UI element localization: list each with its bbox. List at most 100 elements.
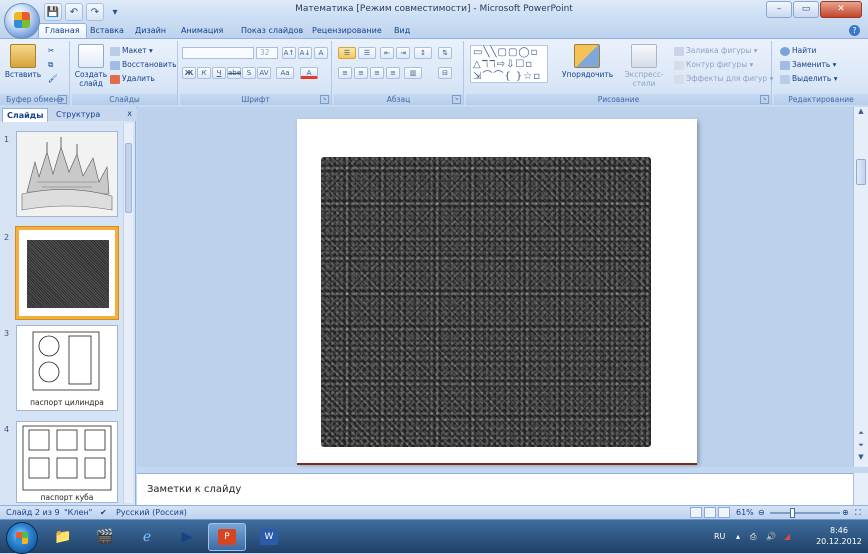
explorer-taskbar-icon[interactable]: 📁 [44, 523, 82, 551]
prev-slide-icon[interactable]: ⏶ [854, 429, 868, 441]
zoom-slider-knob[interactable] [790, 508, 795, 518]
find-button[interactable]: Найти [780, 45, 816, 57]
notes-pane[interactable]: Заметки к слайду [137, 473, 853, 505]
word-taskbar-icon[interactable]: W [250, 523, 288, 551]
justify-button[interactable]: ≡ [386, 67, 400, 79]
slide-thumbnail-3[interactable]: паспорт цилиндра [16, 325, 118, 411]
normal-view-button[interactable] [690, 507, 702, 518]
fit-slide-icon[interactable]: ⛶ [855, 507, 861, 519]
zoom-in-icon[interactable]: ⊕ [842, 507, 849, 519]
scroll-thumb[interactable] [856, 159, 866, 185]
clock[interactable]: 8:46 20.12.2012 [814, 525, 864, 547]
volume-icon[interactable]: 🔊 [766, 532, 776, 541]
char-spacing-button[interactable]: AV [257, 67, 271, 79]
font-size-combo[interactable]: 32 [256, 47, 278, 59]
tab-review[interactable]: Рецензирование [306, 24, 388, 38]
select-button[interactable]: Выделить ▾ [780, 73, 837, 85]
drawing-dialog-launcher[interactable]: ↘ [760, 95, 769, 104]
slide-thumbnail-1[interactable] [16, 131, 118, 217]
shapes-gallery[interactable]: ▭╲╲▢▢◯▫ △ℸℸ⇨⇩☐▫ ⇲⌒⌒{ }☆▫ [470, 45, 548, 83]
maximize-button[interactable]: ▭ [793, 1, 819, 18]
paste-button[interactable]: Вставить [4, 44, 42, 79]
scroll-down-icon[interactable]: ▼ [854, 453, 868, 465]
text-direction-button[interactable]: ⇅ [438, 47, 452, 59]
bullets-button[interactable]: ☰ [338, 47, 356, 59]
line-spacing-button[interactable]: ↕ [414, 47, 432, 59]
tab-outline[interactable]: Структура [52, 108, 104, 121]
internet-explorer-taskbar-icon[interactable]: ℯ [128, 523, 166, 551]
layout-button[interactable]: Макет ▾ [110, 45, 153, 57]
italic-button[interactable]: К [197, 67, 211, 79]
strikethrough-button[interactable]: abe [227, 67, 241, 79]
tab-design[interactable]: Дизайн [129, 24, 172, 38]
font-name-combo[interactable] [182, 47, 254, 59]
minimize-button[interactable]: – [766, 1, 792, 18]
language-indicator[interactable]: RU [714, 532, 725, 541]
spellcheck-icon[interactable]: ✔ [100, 507, 107, 519]
decrease-indent-button[interactable]: ⇤ [380, 47, 394, 59]
next-slide-icon[interactable]: ⏷ [854, 441, 868, 453]
zoom-slider[interactable] [770, 512, 840, 514]
format-painter-icon[interactable]: 🖌 [48, 73, 58, 85]
zoom-level[interactable]: 61% [736, 507, 754, 519]
network-icon[interactable]: ◢ [784, 532, 790, 541]
arrange-button[interactable]: Упорядочить [562, 44, 613, 79]
reset-button[interactable]: Восстановить [110, 59, 177, 71]
align-left-button[interactable]: ≡ [338, 67, 352, 79]
current-slide[interactable] [297, 119, 697, 463]
paragraph-dialog-launcher[interactable]: ↘ [452, 95, 461, 104]
slide-scrollbar[interactable]: ▲ ⏶ ⏷ ▼ [853, 107, 868, 467]
shrink-font-button[interactable]: A↓ [298, 47, 312, 59]
scroll-thumb[interactable] [125, 143, 132, 213]
printer-icon[interactable]: ⎙ [750, 532, 756, 542]
tab-animation[interactable]: Анимация [175, 24, 229, 38]
replace-button[interactable]: Заменить ▾ [780, 59, 836, 71]
numbering-button[interactable]: ☰ [358, 47, 376, 59]
clipboard-dialog-launcher[interactable]: ↘ [58, 95, 67, 104]
media-center-taskbar-icon[interactable]: 🎬 [86, 523, 124, 551]
shadow-button[interactable]: S [242, 67, 256, 79]
powerpoint-taskbar-icon[interactable]: P [208, 523, 246, 551]
tab-home[interactable]: Главная [38, 23, 87, 39]
language-indicator[interactable]: Русский (Россия) [116, 507, 187, 519]
tab-view[interactable]: Вид [388, 24, 416, 38]
tab-slides[interactable]: Слайды [2, 108, 49, 122]
show-hidden-icons-icon[interactable]: ▴ [736, 532, 740, 541]
shape-effects-button[interactable]: Эффекты для фигур ▾ [674, 73, 773, 85]
delete-slide-button[interactable]: Удалить [110, 73, 155, 85]
slideshow-button[interactable] [718, 507, 730, 518]
bold-button[interactable]: Ж [182, 67, 196, 79]
align-text-button[interactable]: ⊟ [438, 67, 452, 79]
align-right-button[interactable]: ≡ [370, 67, 384, 79]
slide-thumbnail-4[interactable]: паспорт куба [16, 421, 118, 503]
font-color-button[interactable]: A [300, 67, 318, 79]
slide-sorter-button[interactable] [704, 507, 716, 518]
office-button[interactable] [4, 3, 40, 39]
panel-close-icon[interactable]: x [127, 109, 132, 118]
tab-insert[interactable]: Вставка [84, 24, 130, 38]
close-button[interactable]: ✕ [820, 1, 862, 18]
slide-thumbnail-2[interactable] [16, 227, 118, 319]
scroll-up-icon[interactable]: ▲ [854, 107, 868, 119]
grow-font-button[interactable]: A↑ [282, 47, 296, 59]
increase-indent-button[interactable]: ⇥ [396, 47, 410, 59]
align-center-button[interactable]: ≡ [354, 67, 368, 79]
quick-styles-button[interactable]: Экспресс-стили [614, 44, 674, 88]
help-icon[interactable]: ? [849, 25, 860, 36]
font-dialog-launcher[interactable]: ↘ [320, 95, 329, 104]
copy-icon[interactable]: ⧉ [48, 59, 53, 71]
underline-button[interactable]: Ч [212, 67, 226, 79]
shape-outline-button[interactable]: Контур фигуры ▾ [674, 59, 753, 71]
columns-button[interactable]: ▥ [404, 67, 422, 79]
clear-format-button[interactable]: A [314, 47, 328, 59]
notes-scrollbar[interactable] [853, 473, 868, 505]
start-button[interactable] [6, 522, 38, 554]
slides-panel-scrollbar[interactable] [123, 123, 133, 503]
new-slide-button[interactable]: Создать слайд [74, 44, 108, 88]
media-player-taskbar-icon[interactable]: ▶ [168, 523, 206, 551]
shape-fill-button[interactable]: Заливка фигуры ▾ [674, 45, 758, 57]
tab-slideshow[interactable]: Показ слайдов [235, 24, 309, 38]
dark-texture-image[interactable] [321, 157, 651, 447]
cut-icon[interactable]: ✂ [48, 45, 54, 57]
change-case-button[interactable]: Aa [276, 67, 294, 79]
